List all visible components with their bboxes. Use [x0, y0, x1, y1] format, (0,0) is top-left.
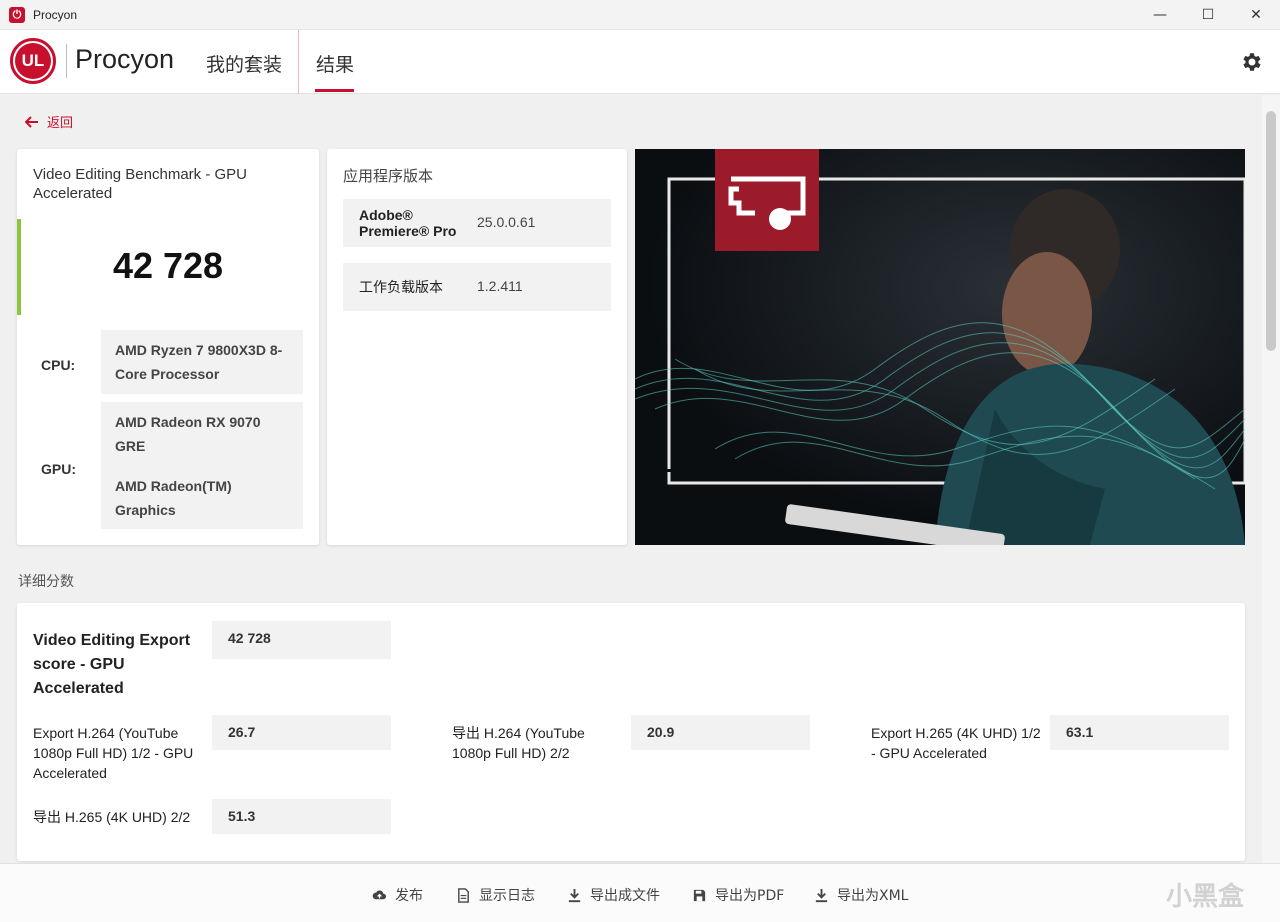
export-file-label: 导出成文件: [590, 888, 660, 904]
main-score-label: Video Editing Export score - GPU Acceler…: [33, 632, 191, 697]
procyon-app-icon: ⏻: [9, 6, 25, 23]
show-log-button[interactable]: 显示日志: [456, 885, 535, 905]
cloud-upload-icon: [372, 889, 387, 899]
benchmark-title: Video Editing Benchmark - GPU Accelerate…: [33, 166, 247, 202]
ul-logo-text: UL: [15, 43, 51, 79]
download-icon: [815, 888, 828, 902]
summary-card: Video Editing Benchmark - GPU Accelerate…: [17, 149, 319, 545]
logo-divider: [66, 44, 67, 78]
export-pdf-label: 导出为PDF: [715, 888, 785, 904]
app-header: UL Procyon 我的套装 结果: [0, 30, 1280, 94]
benchmark-hero-image: [635, 149, 1245, 545]
gpu-values: AMD Radeon RX 9070 GRE AMD Radeon(TM) Gr…: [101, 402, 303, 529]
nav-separator: [298, 30, 299, 94]
export-xml-button[interactable]: 导出为XML: [814, 885, 908, 905]
brand-name: Procyon: [75, 44, 175, 74]
subscore-label: 导出 H.265 (4K UHD) 2/2: [33, 809, 191, 825]
version-value: 1.2.411: [477, 278, 523, 294]
versions-title: 应用程序版本: [343, 167, 434, 185]
video-editing-illustration: [635, 149, 1245, 545]
scrollbar-thumb[interactable]: [1266, 111, 1276, 351]
watermark: 小黑盒: [1165, 882, 1244, 912]
export-file-button[interactable]: 导出成文件: [567, 885, 660, 905]
footer-toolbar: 发布 显示日志 导出成文件 导出为PDF 导出为XML 小黑盒: [0, 863, 1280, 922]
gear-icon[interactable]: [1240, 50, 1264, 74]
overall-score: 42 728: [112, 245, 224, 286]
close-button[interactable]: ✕: [1232, 0, 1280, 30]
export-xml-label: 导出为XML: [837, 888, 909, 904]
tab-results[interactable]: 结果: [316, 50, 354, 77]
maximize-button[interactable]: ☐: [1184, 0, 1232, 30]
download-icon: [568, 888, 581, 902]
subscore-label: Export H.264 (YouTube 1080p Full HD) 1/2…: [33, 725, 194, 781]
version-key: Adobe® Premiere® Pro: [359, 207, 457, 239]
minimize-button[interactable]: —: [1136, 0, 1184, 30]
version-value: 25.0.0.61: [477, 214, 536, 230]
subscore-value: 63.1: [1050, 715, 1229, 750]
export-pdf-button[interactable]: 导出为PDF: [692, 885, 784, 905]
version-key: 工作负载版本: [359, 279, 443, 295]
version-row: Adobe® Premiere® Pro 25.0.0.61: [343, 199, 611, 247]
show-log-label: 显示日志: [479, 888, 535, 904]
versions-card: 应用程序版本 Adobe® Premiere® Pro 25.0.0.61 工作…: [327, 149, 627, 545]
active-tab-indicator: [315, 89, 354, 92]
cpu-value: AMD Ryzen 7 9800X3D 8-Core Processor: [101, 330, 303, 394]
subscore-value: 20.9: [631, 715, 810, 750]
back-label: 返回: [47, 116, 74, 131]
results-content: 返回 Video Editing Benchmark - GPU Acceler…: [0, 95, 1262, 863]
gpu-value-1: AMD Radeon RX 9070 GRE: [115, 414, 261, 454]
subscore-value: 26.7: [212, 715, 391, 750]
save-icon: [693, 889, 706, 901]
cpu-label: CPU:: [41, 357, 76, 373]
version-row: 工作负载版本 1.2.411: [343, 263, 611, 311]
detailed-scores-card: Video Editing Export score - GPU Acceler…: [17, 603, 1245, 861]
document-icon: [458, 887, 469, 903]
gpu-label: GPU:: [41, 461, 76, 477]
back-link[interactable]: 返回: [25, 112, 73, 131]
window-title: Procyon: [33, 7, 78, 22]
subscore-value: 51.3: [212, 799, 391, 834]
ul-logo: UL: [10, 38, 56, 84]
detailed-scores-title: 详细分数: [18, 574, 74, 590]
publish-label: 发布: [395, 888, 423, 904]
main-score-value: 42 728: [212, 621, 391, 659]
vertical-scrollbar[interactable]: [1262, 95, 1280, 863]
publish-button[interactable]: 发布: [372, 885, 423, 905]
tab-my-suites[interactable]: 我的套装: [206, 50, 282, 77]
subscore-label: Export H.265 (4K UHD) 1/2 - GPU Accelera…: [871, 725, 1041, 761]
gpu-value-2: AMD Radeon(TM) Graphics: [115, 478, 232, 518]
arrow-left-icon: [25, 115, 38, 128]
subscore-label: 导出 H.264 (YouTube 1080p Full HD) 2/2: [452, 725, 585, 761]
window-titlebar: ⏻ Procyon — ☐ ✕: [0, 0, 1280, 30]
window-controls: — ☐ ✕: [1136, 0, 1280, 30]
